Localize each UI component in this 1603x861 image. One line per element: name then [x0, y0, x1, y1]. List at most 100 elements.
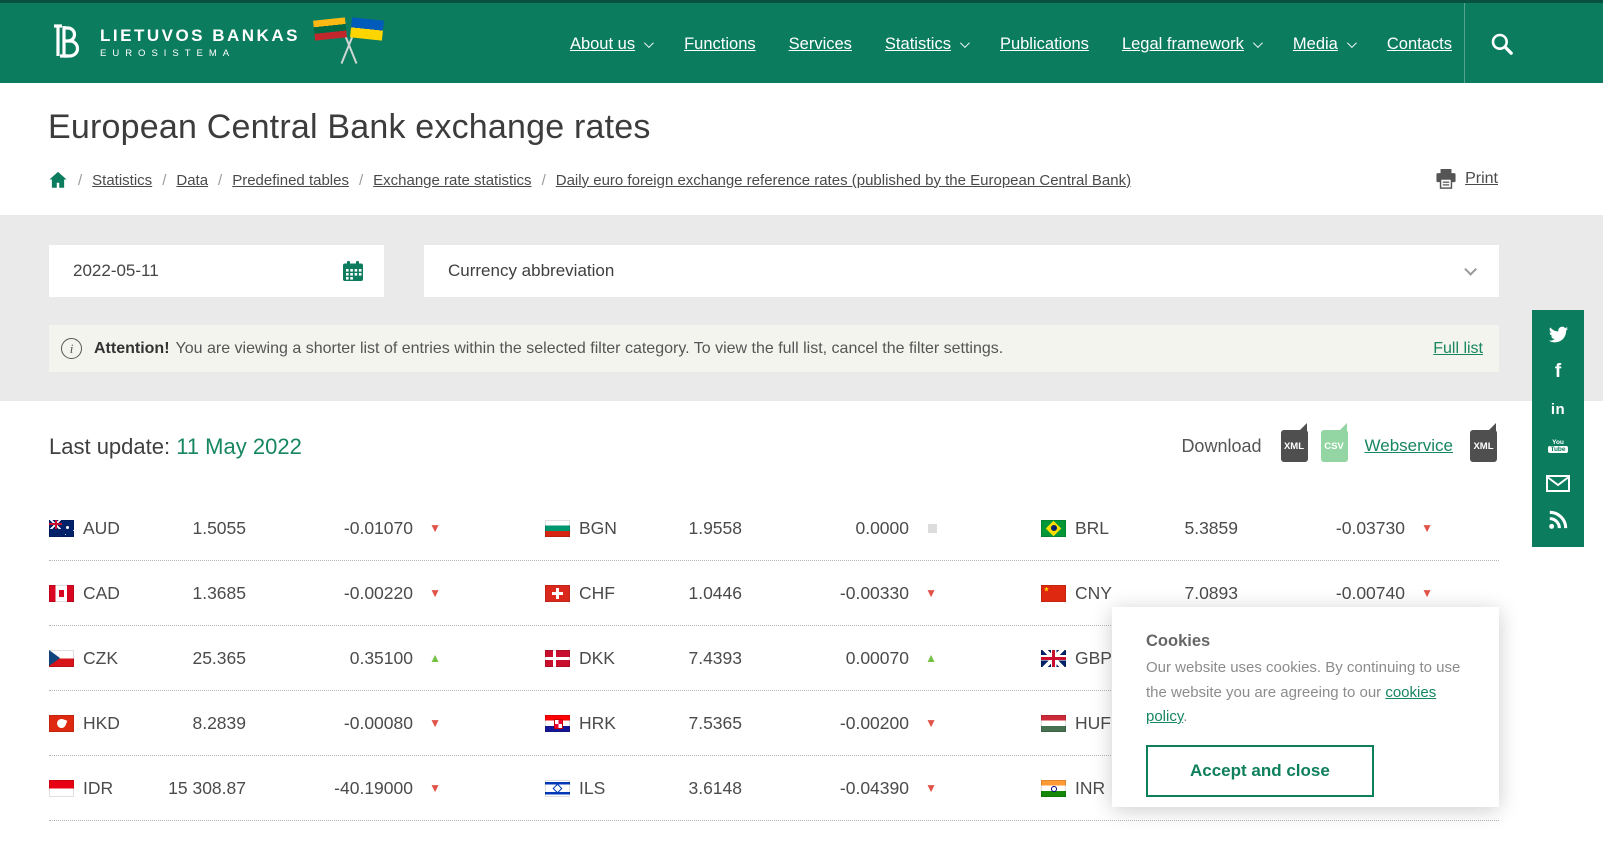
currency-code: BRL [1075, 518, 1138, 539]
breadcrumb-data[interactable]: Data [176, 172, 208, 189]
change-value: -40.19000 [246, 778, 413, 799]
download-csv-icon[interactable]: CSV [1321, 430, 1348, 462]
rate-cell-bgn: BGN1.95580.0000 [545, 518, 1041, 539]
brand-subtitle: EUROSISTEMA [100, 49, 300, 60]
home-icon[interactable] [48, 171, 68, 189]
accept-and-close-button[interactable]: Accept and close [1146, 745, 1374, 797]
flag-icon-cz [49, 650, 74, 667]
change-value: 0.0000 [742, 518, 909, 539]
currency-code: ILS [579, 778, 642, 799]
download-controls: Download XML CSV Webservice XML [1181, 430, 1497, 462]
rss-icon[interactable] [1546, 508, 1570, 532]
notice-text: You are viewing a shorter list of entrie… [176, 340, 1004, 358]
nav-item-media[interactable]: Media [1293, 35, 1354, 54]
download-label: Download [1181, 436, 1261, 457]
flag-icon-il [545, 780, 570, 797]
rate-cell-hkd: HKD8.2839-0.00080▼ [49, 713, 545, 734]
nav-item-about-us[interactable]: About us [570, 35, 651, 54]
up-arrow-icon: ▲ [413, 651, 441, 665]
nav-item-legal-framework[interactable]: Legal framework [1122, 35, 1260, 54]
nav-item-functions[interactable]: Functions [684, 35, 756, 54]
twitter-icon[interactable] [1546, 323, 1570, 347]
rate-cell-cad: CAD1.3685-0.00220▼ [49, 583, 545, 604]
breadcrumb-exchange-rate-statistics[interactable]: Exchange rate statistics [373, 172, 531, 189]
rate-cell-chf: CHF1.0446-0.00330▼ [545, 583, 1041, 604]
currency-abbreviation-select[interactable]: Currency abbreviation [424, 245, 1499, 297]
search-icon[interactable] [1489, 31, 1515, 62]
last-update-date: 11 May 2022 [176, 434, 302, 459]
breadcrumb-predefined-tables[interactable]: Predefined tables [232, 172, 349, 189]
down-arrow-icon: ▼ [909, 716, 937, 730]
print-link[interactable]: Print [1465, 170, 1498, 188]
social-sidebar: f in YouTube [1532, 310, 1584, 547]
facebook-icon[interactable]: f [1546, 360, 1570, 384]
change-value: -0.04390 [742, 778, 909, 799]
currency-select-placeholder: Currency abbreviation [448, 261, 614, 281]
flag-icon-dk [545, 650, 570, 667]
attention-notice: i Attention! You are viewing a shorter l… [49, 325, 1499, 372]
rate-value: 15 308.87 [146, 778, 246, 799]
change-value: -0.00330 [742, 583, 909, 604]
print-control: Print [1435, 169, 1498, 189]
breadcrumb-statistics[interactable]: Statistics [92, 172, 152, 189]
main-nav: About us Functions Services Statistics Publi… [570, 3, 1452, 86]
rate-cell-dkk: DKK7.43930.00070▲ [545, 648, 1041, 669]
change-value: 0.35100 [246, 648, 413, 669]
download-xml-icon[interactable]: XML [1281, 430, 1308, 462]
rate-cell-aud: AUD1.5055-0.01070▼ [49, 518, 545, 539]
down-arrow-icon: ▼ [1405, 521, 1433, 535]
rate-value: 7.4393 [642, 648, 742, 669]
nav-item-contacts[interactable]: Contacts [1387, 35, 1452, 54]
rate-value: 5.3859 [1138, 518, 1238, 539]
rate-value: 7.5365 [642, 713, 742, 734]
nav-item-publications[interactable]: Publications [1000, 35, 1089, 54]
down-arrow-icon: ▼ [909, 586, 937, 600]
rate-value: 25.365 [146, 648, 246, 669]
cookie-text: Our website uses cookies. By continuing … [1146, 656, 1473, 730]
lithuania-ukraine-flags-icon [314, 17, 384, 69]
currency-code: CHF [579, 583, 642, 604]
change-value: -0.00740 [1238, 583, 1405, 604]
nav-item-statistics[interactable]: Statistics [885, 35, 967, 54]
email-icon[interactable] [1546, 471, 1570, 495]
rate-value: 8.2839 [146, 713, 246, 734]
rate-cell-hrk: HRK7.5365-0.00200▼ [545, 713, 1041, 734]
change-value: -0.00220 [246, 583, 413, 604]
currency-code: CAD [83, 583, 146, 604]
rate-cell-ils: ILS3.6148-0.04390▼ [545, 778, 1041, 799]
nav-divider [1464, 3, 1465, 86]
currency-code: CZK [83, 648, 146, 669]
webservice-link[interactable]: Webservice [1365, 436, 1454, 456]
currency-code: AUD [83, 518, 146, 539]
breadcrumb-daily-euro-rates[interactable]: Daily euro foreign exchange reference ra… [556, 172, 1131, 189]
chevron-down-icon [1347, 38, 1357, 48]
last-update: Last update: 11 May 2022 [49, 434, 302, 460]
change-value: -0.03730 [1238, 518, 1405, 539]
webservice-xml-icon[interactable]: XML [1470, 430, 1497, 462]
printer-icon[interactable] [1435, 169, 1457, 189]
flag-icon-gb [1041, 650, 1066, 667]
main-header: LIETUVOS BANKAS EUROSISTEMA About us Func… [0, 0, 1603, 83]
calendar-icon[interactable] [342, 260, 364, 282]
bank-logo[interactable]: LIETUVOS BANKAS EUROSISTEMA [44, 17, 384, 69]
down-arrow-icon: ▼ [909, 781, 937, 795]
date-input[interactable]: 2022-05-11 [49, 245, 384, 297]
brand-name: LIETUVOS BANKAS [100, 26, 300, 46]
down-arrow-icon: ▼ [413, 781, 441, 795]
rate-value: 1.5055 [146, 518, 246, 539]
info-icon: i [61, 338, 82, 359]
flag-icon-hu [1041, 715, 1066, 732]
nav-item-services[interactable]: Services [789, 35, 852, 54]
full-list-link[interactable]: Full list [1433, 340, 1483, 358]
rate-value: 1.3685 [146, 583, 246, 604]
youtube-icon[interactable]: YouTube [1546, 434, 1570, 458]
linkedin-icon[interactable]: in [1546, 397, 1570, 421]
date-value: 2022-05-11 [73, 261, 159, 281]
chevron-down-icon [960, 38, 970, 48]
chevron-down-icon [1253, 38, 1263, 48]
rate-value: 7.0893 [1138, 583, 1238, 604]
flag-icon-id [49, 780, 74, 797]
flag-icon-hk [49, 715, 74, 732]
currency-code: HRK [579, 713, 642, 734]
currency-code: DKK [579, 648, 642, 669]
